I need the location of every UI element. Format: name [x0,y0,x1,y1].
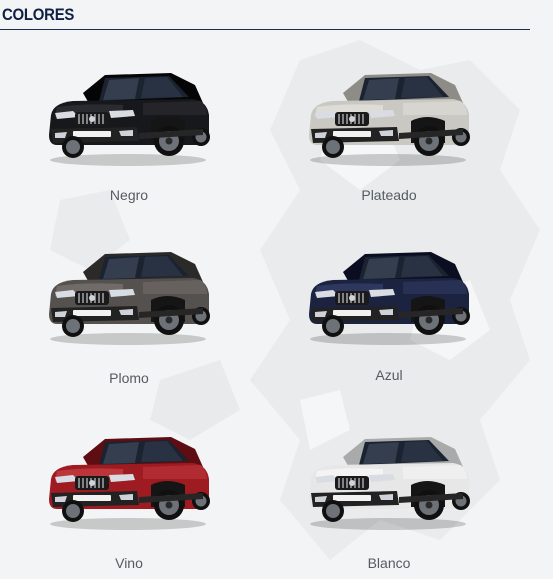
color-option-negro[interactable]: Negro [29,63,229,213]
section-title: COLORES [2,5,75,24]
color-option-vino[interactable]: Vino [29,427,229,577]
car-image-vino [49,437,210,530]
color-option-azul[interactable]: Azul [289,242,489,392]
color-option-plateado[interactable]: Plateado [289,63,489,213]
color-option-plomo[interactable]: Plomo [29,242,229,392]
color-option-blanco[interactable]: Blanco [289,427,489,577]
color-label: Blanco [367,555,411,571]
color-label: Azul [375,367,403,383]
car-image-azul [309,252,470,345]
car-image-negro [49,73,210,166]
car-image-plomo [49,252,210,345]
colors-section-header: COLORES [0,5,530,35]
color-label: Plomo [109,370,149,386]
color-label: Negro [109,187,149,203]
color-label: Vino [115,555,143,571]
car-image-blanco [309,437,470,530]
color-label: Plateado [361,187,417,203]
header-divider [0,29,530,30]
car-image-plateado [309,73,470,166]
